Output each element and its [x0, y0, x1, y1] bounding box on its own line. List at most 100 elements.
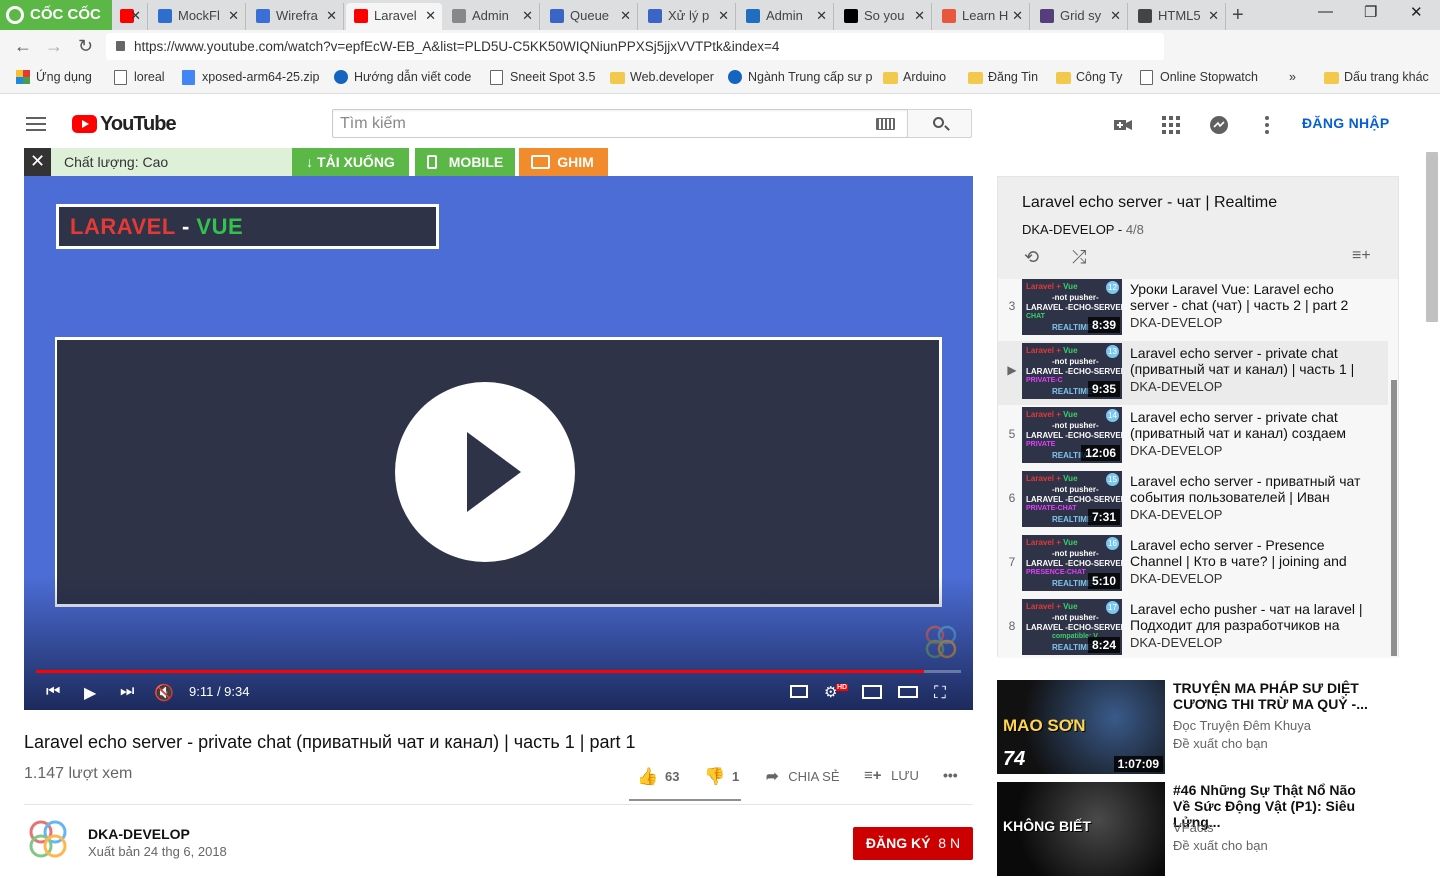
coccoc-menu-button[interactable]: CỐC CỐC: [0, 0, 112, 30]
mute-icon[interactable]: 🔇: [154, 683, 174, 703]
playlist-item-thumbnail[interactable]: Laravel + Vue 16 -not pusher- LARAVEL -ECHO…: [1022, 535, 1122, 591]
share-button[interactable]: ➦ CHIA SẺ: [766, 767, 840, 785]
channel-name[interactable]: DKA-DEVELOP: [88, 826, 190, 842]
playlist-item-thumbnail[interactable]: Laravel + Vue 12 -not pusher- LARAVEL -ECHO…: [1022, 279, 1122, 335]
bookmark-item[interactable]: Ngành Trung cấp sư p: [726, 70, 872, 84]
playlist-title[interactable]: Laravel echo server - чат | Realtime: [1022, 194, 1277, 212]
bookmark-item[interactable]: Sneeit Spot 3.5: [488, 70, 595, 85]
close-tab-icon[interactable]: ✕: [816, 3, 827, 28]
browser-tab[interactable]: Wirefra ✕: [248, 3, 344, 30]
bookmark-item[interactable]: Ứng dụng: [14, 70, 92, 84]
close-tab-icon[interactable]: ✕: [228, 3, 239, 28]
browser-tab[interactable]: Laravel ✕: [346, 3, 442, 30]
close-tab-icon[interactable]: ✕: [1012, 3, 1023, 28]
video-player[interactable]: LARAVEL - VUE ⏮ ▶ ⏭ 🔇 9:11 / 9:34 ⚙ HD ⛶: [24, 176, 973, 710]
playlist-item[interactable]: 8 Laravel + Vue 17 -not pusher- LARAVEL -ECH…: [998, 597, 1388, 658]
browser-tab[interactable]: Grid sy ✕: [1032, 3, 1128, 30]
theater-mode-icon[interactable]: [898, 686, 918, 698]
close-tab-icon[interactable]: ✕: [718, 3, 729, 28]
more-actions-button[interactable]: •••: [943, 767, 958, 783]
playlist-item-title[interactable]: Laravel echo server - private chat (прив…: [1130, 345, 1370, 377]
playlist-item[interactable]: 5 Laravel + Vue 14 -not pusher- LARAVEL -ECH…: [998, 405, 1388, 469]
reload-icon[interactable]: ↻: [78, 36, 93, 57]
back-icon[interactable]: ←: [14, 36, 32, 57]
save-button[interactable]: ≡+ LƯU: [864, 767, 919, 784]
search-button[interactable]: [907, 109, 972, 138]
playlist-channel[interactable]: DKA-DEVELOP: [1022, 222, 1114, 237]
loop-icon[interactable]: ⟲: [1024, 247, 1039, 268]
upload-video-icon[interactable]: [1113, 115, 1133, 135]
browser-tab[interactable]: Queue ✕: [542, 3, 638, 30]
close-tab-icon[interactable]: ✕: [130, 3, 141, 28]
close-tab-icon[interactable]: ✕: [1110, 3, 1121, 28]
bookmark-item[interactable]: Web.developer: [608, 70, 714, 84]
bookmark-item[interactable]: Online Stopwatch: [1138, 70, 1258, 85]
playlist-item[interactable]: 6 Laravel + Vue 15 -not pusher- LARAVEL -ECH…: [998, 469, 1388, 533]
bookmark-item[interactable]: Hướng dẫn viết code: [332, 70, 471, 84]
restore-icon[interactable]: ❐: [1364, 3, 1377, 21]
search-input[interactable]: Tìm kiếm: [332, 109, 908, 138]
download-button[interactable]: ↓ TẢI XUỐNG: [292, 148, 409, 176]
miniplayer-icon[interactable]: [862, 685, 882, 699]
playlist-item-thumbnail[interactable]: Laravel + Vue 17 -not pusher- LARAVEL -ECHO…: [1022, 599, 1122, 655]
mobile-button[interactable]: MOBILE: [415, 148, 515, 176]
apps-grid-icon[interactable]: [1161, 115, 1181, 135]
playlist-item[interactable]: ▶ Laravel + Vue 13 -not pusher- LARAVEL -ECH…: [998, 341, 1388, 405]
address-bar[interactable]: https://www.youtube.com/watch?v=epfEcW-E…: [106, 33, 1164, 60]
subtitles-icon[interactable]: [790, 685, 808, 698]
browser-tab[interactable]: HTML5 ✕: [1130, 3, 1226, 30]
playlist-item-thumbnail[interactable]: Laravel + Vue 15 -not pusher- LARAVEL -ECHO…: [1022, 471, 1122, 527]
recommended-video[interactable]: MAO SƠN 74 1:07:09 TRUYỆN MA PHÁP SƯ DIỆT C…: [997, 680, 1399, 776]
close-tab-icon[interactable]: ✕: [620, 3, 631, 28]
browser-tab[interactable]: MockFl ✕: [150, 3, 246, 30]
recommended-title[interactable]: TRUYỆN MA PHÁP SƯ DIỆT CƯƠNG THI TRỪ MA …: [1173, 680, 1373, 712]
playlist-item-title[interactable]: Laravel echo server - приватный чат собы…: [1130, 473, 1370, 505]
close-window-icon[interactable]: ✕: [1410, 3, 1423, 21]
bookmark-item[interactable]: Công Ty: [1054, 70, 1122, 84]
close-tab-icon[interactable]: ✕: [914, 3, 925, 28]
recommended-video[interactable]: KHÔNG BIẾT #46 Những Sự Thật Nổ Não Về Sứ…: [997, 782, 1399, 878]
playlist-item-thumbnail[interactable]: Laravel + Vue 14 -not pusher- LARAVEL -ECHO…: [1022, 407, 1122, 463]
browser-tab[interactable]: Admin ✕: [444, 3, 540, 30]
subscribe-button[interactable]: ĐĂNG KÝ 8 N: [853, 827, 973, 860]
bookmark-item[interactable]: Arduino: [881, 70, 946, 84]
fullscreen-icon[interactable]: ⛶: [934, 683, 946, 703]
playlist-item-title[interactable]: Laravel echo server - Presence Channel |…: [1130, 537, 1370, 569]
minimize-icon[interactable]: —: [1318, 3, 1333, 20]
close-tab-icon[interactable]: ✕: [326, 3, 337, 28]
bookmarks-overflow-button[interactable]: »: [1289, 70, 1296, 84]
close-tab-icon[interactable]: ✕: [425, 3, 436, 28]
dislike-button[interactable]: 👎 1: [704, 767, 739, 787]
big-play-button[interactable]: [395, 382, 575, 562]
playlist-item-thumbnail[interactable]: Laravel + Vue 13 -not pusher- LARAVEL -ECHO…: [1022, 343, 1122, 399]
close-tab-icon[interactable]: ✕: [1208, 3, 1219, 28]
shuffle-icon[interactable]: ⤮: [1072, 247, 1086, 268]
browser-tab[interactable]: Admin ✕: [738, 3, 834, 30]
menu-hamburger-icon[interactable]: [26, 117, 46, 131]
channel-avatar[interactable]: [24, 818, 72, 860]
playlist-item-title[interactable]: Laravel echo pusher - чат на laravel | П…: [1130, 601, 1370, 633]
playlist-item[interactable]: 3 Laravel + Vue 12 -not pusher- LARAVEL -ECH…: [998, 279, 1388, 341]
bookmark-item[interactable]: Đăng Tin: [966, 70, 1038, 84]
next-icon[interactable]: ⏭: [120, 683, 134, 701]
playlist-item[interactable]: 7 Laravel + Vue 16 -not pusher- LARAVEL -ECH…: [998, 533, 1388, 597]
close-tab-icon[interactable]: ✕: [522, 3, 533, 28]
messages-icon[interactable]: [1209, 115, 1229, 135]
playlist-item-title[interactable]: Laravel echo server - private chat (прив…: [1130, 409, 1370, 441]
playlist-item-title[interactable]: Уроки Laravel Vue: Laravel echo server -…: [1130, 281, 1370, 313]
browser-tab[interactable]: Xử lý p ✕: [640, 3, 736, 30]
browser-tab[interactable]: Learn H ✕: [934, 3, 1030, 30]
quality-dropdown[interactable]: Chất lượng: Cao: [51, 148, 316, 176]
browser-tab[interactable]: So you ✕: [836, 3, 932, 30]
page-scrollbar[interactable]: [1426, 152, 1438, 322]
settings-more-icon[interactable]: [1257, 115, 1277, 135]
recommended-thumbnail[interactable]: MAO SƠN 74 1:07:09: [997, 680, 1165, 774]
recommended-thumbnail[interactable]: KHÔNG BIẾT: [997, 782, 1165, 876]
playlist-scrollbar[interactable]: [1391, 380, 1397, 656]
progress-bar[interactable]: [36, 670, 961, 673]
bookmark-item[interactable]: xposed-arm64-25.zip: [180, 70, 319, 85]
play-pause-icon[interactable]: ▶: [84, 683, 96, 703]
forward-icon[interactable]: →: [45, 36, 63, 57]
bookmark-item[interactable]: loreal: [112, 70, 165, 85]
pin-button[interactable]: GHIM: [519, 148, 608, 176]
